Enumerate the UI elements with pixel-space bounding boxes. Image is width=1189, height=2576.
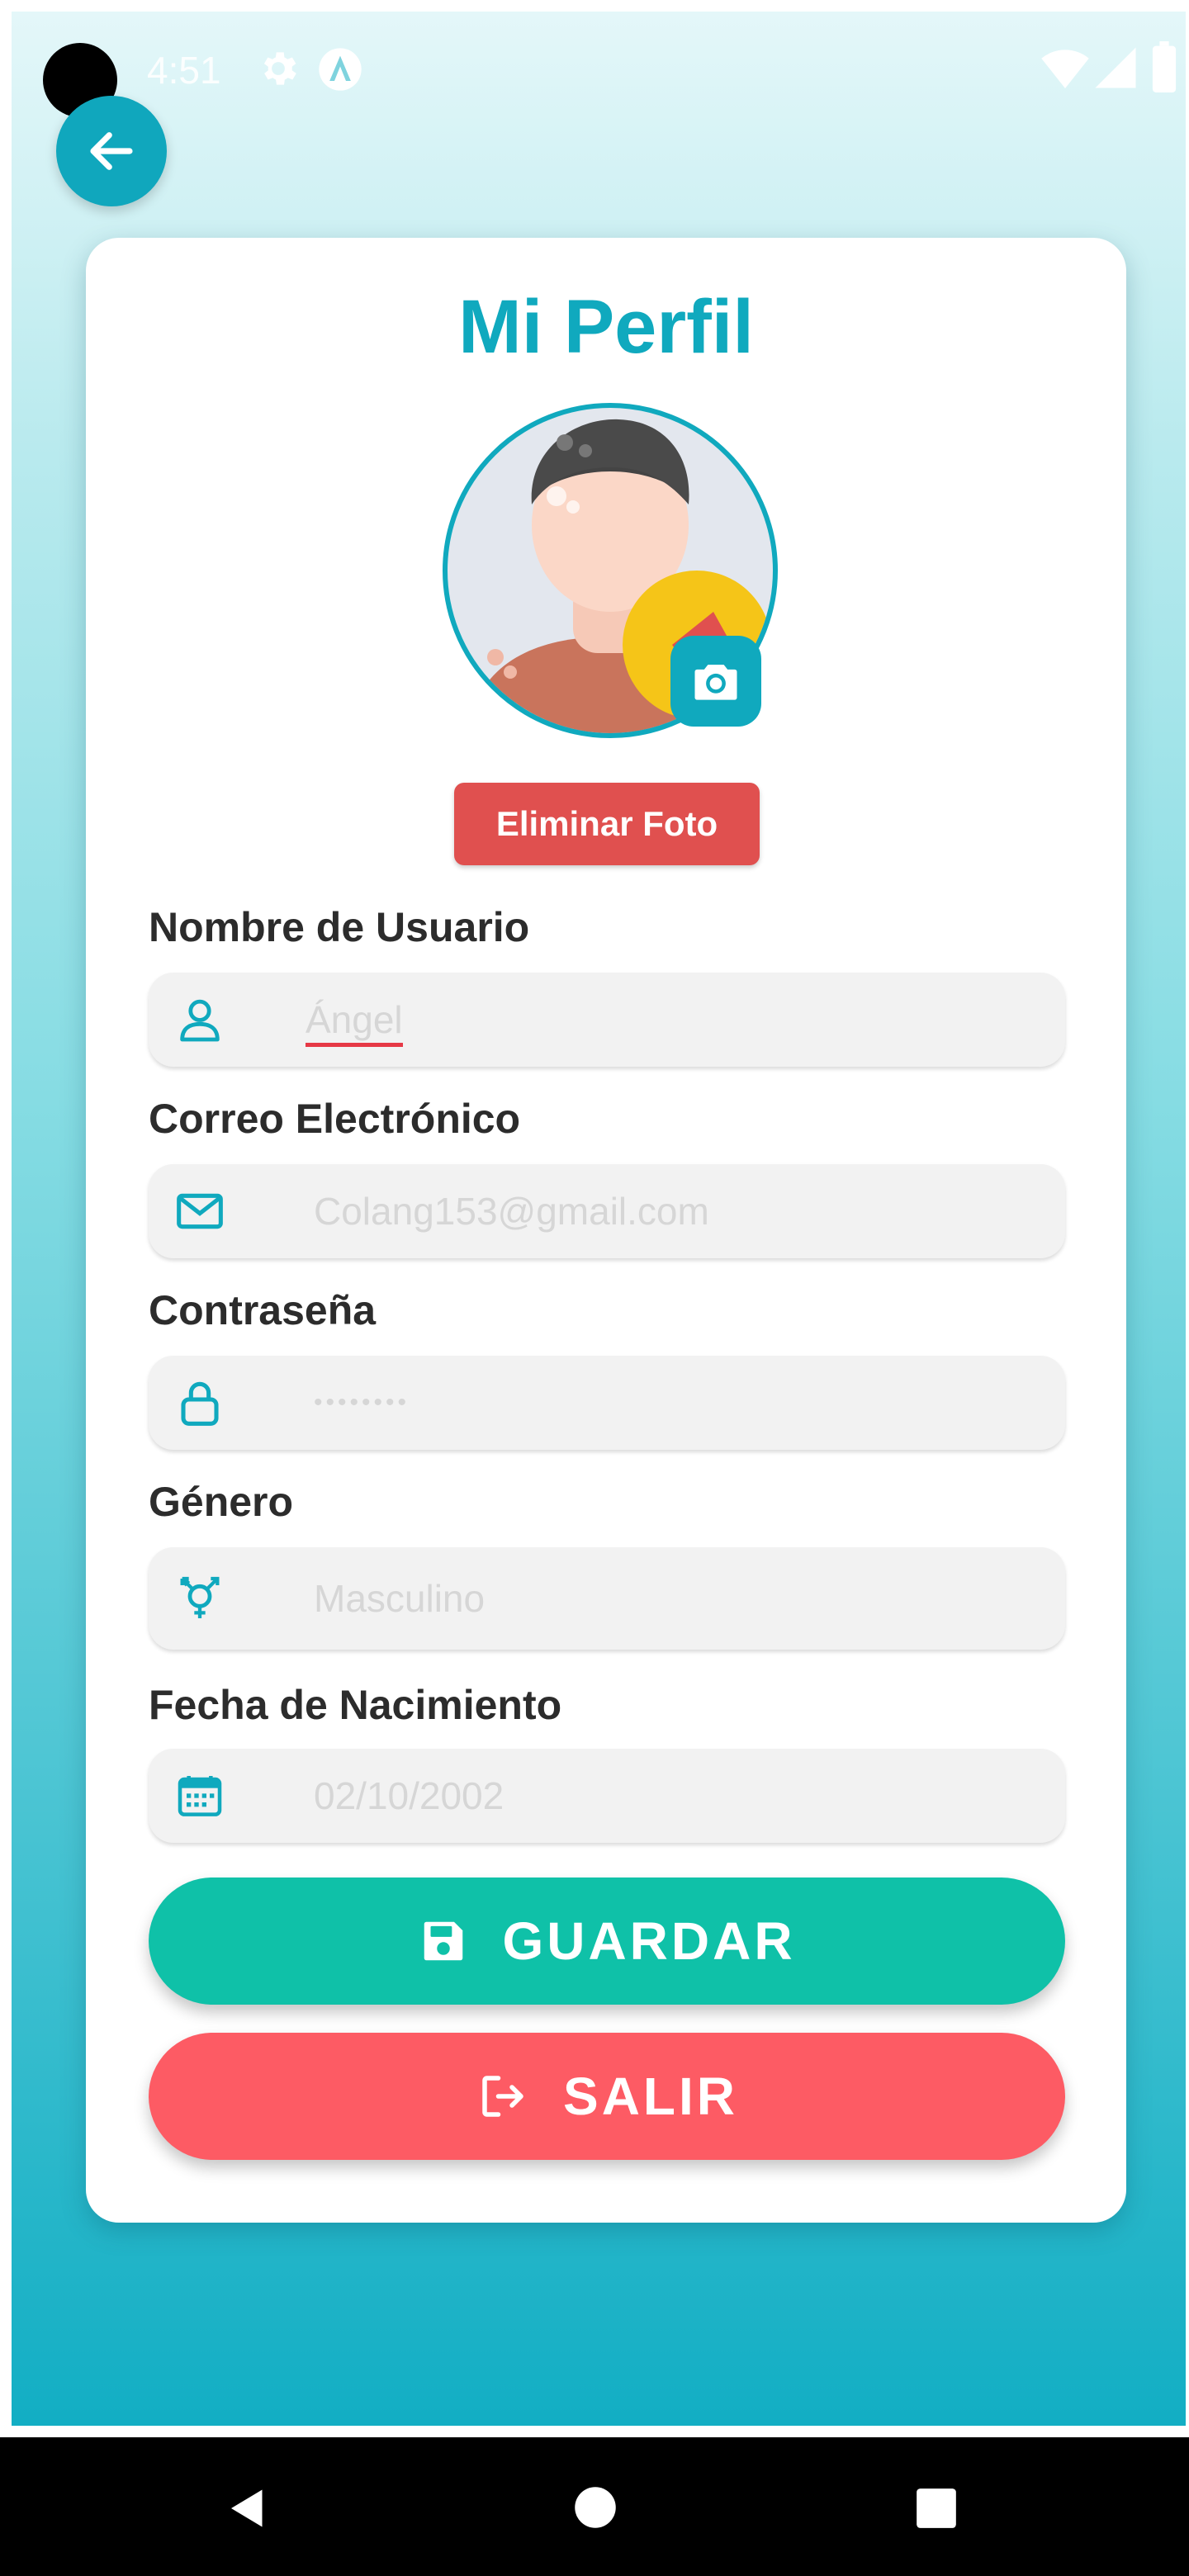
password-label: Contraseña	[149, 1287, 377, 1333]
profile-card: Mi Perfil Eliminar Foto Nombre de Usuari…	[86, 238, 1126, 2223]
email-field[interactable]: Colang153@gmail.com	[149, 1164, 1065, 1258]
floppy-disk-icon	[424, 1921, 463, 1961]
nav-home-icon[interactable]	[573, 2485, 618, 2530]
signal-icon	[1095, 47, 1136, 88]
lock-icon	[181, 1381, 219, 1426]
save-button[interactable]: GUARDAR	[149, 1878, 1065, 2005]
password-value: ••••••••	[314, 1389, 410, 1416]
system-navigation-bar	[0, 2437, 1189, 2576]
camera-icon	[694, 665, 737, 700]
back-button[interactable]	[56, 96, 167, 206]
gender-label: Género	[149, 1479, 294, 1525]
gender-field[interactable]: Masculino	[149, 1547, 1065, 1650]
birthdate-label: Fecha de Nacimiento	[149, 1682, 562, 1728]
exit-label: SALIR	[563, 2067, 738, 2126]
birthdate-field[interactable]: 02/10/2002	[149, 1749, 1065, 1843]
username-field[interactable]: Ángel	[149, 973, 1065, 1067]
battery-icon	[1152, 41, 1177, 92]
app-screen: 4:51 Mi Perfil Eliminar Foto Nombre de U…	[12, 12, 1186, 2426]
gender-icon	[180, 1576, 220, 1618]
sign-out-icon	[482, 2076, 523, 2117]
page-title: Mi Perfil	[458, 285, 754, 369]
wifi-icon	[1041, 50, 1089, 88]
settings-icon	[263, 52, 296, 85]
delete-photo-button[interactable]: Eliminar Foto	[454, 783, 760, 865]
save-label: GUARDAR	[502, 1911, 796, 1971]
arrow-left-icon	[90, 132, 133, 170]
change-photo-button[interactable]	[670, 636, 761, 727]
username-label: Nombre de Usuario	[149, 904, 530, 950]
nav-recents-icon[interactable]	[915, 2487, 958, 2530]
user-icon	[180, 999, 220, 1042]
birthdate-value: 02/10/2002	[314, 1774, 504, 1817]
username-value: Ángel	[306, 997, 403, 1047]
password-field[interactable]: ••••••••	[149, 1356, 1065, 1450]
email-value: Colang153@gmail.com	[314, 1190, 709, 1233]
email-label: Correo Electrónico	[149, 1096, 521, 1142]
exit-button[interactable]: SALIR	[149, 2033, 1065, 2160]
calendar-icon	[178, 1776, 222, 1816]
gender-value: Masculino	[314, 1577, 486, 1620]
status-time: 4:51	[147, 49, 221, 92]
envelope-icon	[177, 1193, 223, 1229]
app-notification-icon	[319, 48, 362, 91]
nav-back-icon[interactable]	[223, 2484, 272, 2533]
username-text: Ángel	[306, 998, 403, 1047]
